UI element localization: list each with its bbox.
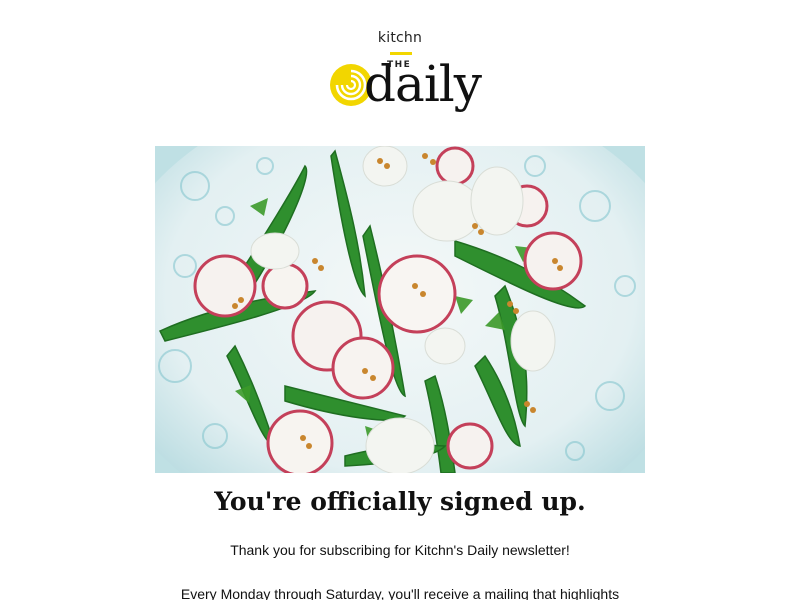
salad-photo-icon [155, 146, 645, 473]
newsletter-logo: kitchn THE daily [0, 28, 800, 118]
newsletter-description-text: Every Monday through Saturday, you'll re… [180, 586, 620, 600]
hero-salad-image [155, 146, 645, 473]
thank-you-text: Thank you for subscribing for Kitchn's D… [230, 542, 570, 558]
kitchn-brand-text: kitchn [377, 30, 423, 46]
signup-confirmation-heading: You're officially signed up. [214, 487, 586, 516]
daily-wordmark: daily [364, 55, 482, 113]
